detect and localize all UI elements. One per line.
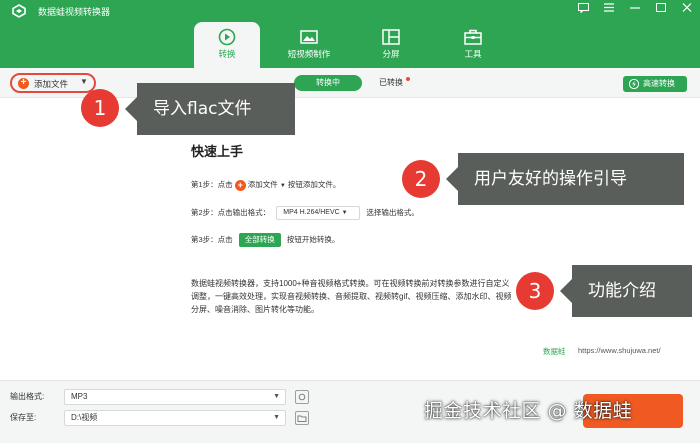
step-2: 第2步：点击输出格式： MP4 H.264/HEVC ▼ 选择输出格式。: [191, 206, 419, 220]
tab-tools[interactable]: 工具: [440, 22, 506, 68]
inline-convert-all-button[interactable]: 全部转换: [238, 233, 281, 247]
notification-dot: [406, 77, 410, 81]
maximize-icon[interactable]: [654, 3, 668, 17]
tab-converted[interactable]: 已转换: [366, 75, 416, 91]
close-icon[interactable]: [680, 3, 694, 17]
app-title: 数据蛙视频转换器: [38, 7, 111, 17]
folder-icon[interactable]: [295, 411, 309, 425]
footer-watermark: 掘金技术社区 @ 数据蛙: [424, 400, 633, 422]
convert-icon: [218, 28, 236, 46]
main-panel: [0, 98, 700, 380]
save-to-label: 保存至:: [10, 413, 37, 422]
callout-2-text: 用户友好的操作引导: [446, 153, 684, 205]
chevron-down-icon: ▼: [273, 414, 280, 421]
add-icon: +: [234, 179, 246, 191]
minimize-icon[interactable]: [628, 3, 642, 17]
chevron-down-icon[interactable]: ▼: [80, 77, 88, 86]
chevron-down-icon: ▼: [341, 210, 348, 216]
callout-1-number: 1: [81, 89, 119, 127]
app-logo-icon: [12, 4, 26, 18]
short-video-icon: [300, 30, 318, 44]
convert-status-switch: 转换中 已转换: [294, 75, 416, 91]
chevron-down-icon: ▼: [273, 393, 280, 400]
output-format-select[interactable]: MP4 H.264/HEVC ▼: [276, 206, 361, 220]
menu-icon[interactable]: [602, 3, 616, 17]
callout-1-text: 导入flac文件: [125, 83, 295, 135]
brand-name: 数据蛙: [543, 347, 566, 356]
tab-split-screen[interactable]: 分屏: [358, 22, 424, 68]
tab-convert[interactable]: 转换: [194, 22, 260, 68]
add-file-button[interactable]: + 添加文件 ▼: [10, 73, 96, 93]
product-description: 数据蛙视频转换器，支持1000+种音视频格式转换。可在视频转换前对转换参数进行自…: [191, 279, 512, 314]
step-3: 第3步：点击 全部转换 按钮开始转换。: [191, 233, 339, 247]
step-1: 第1步：点击 + 添加文件 ▼ 按钮添加文件。: [191, 179, 341, 191]
callout-3-number: 3: [516, 272, 554, 310]
split-screen-icon: [382, 29, 400, 45]
fast-convert-button[interactable]: 高速转换: [623, 76, 687, 92]
callout-2-number: 2: [402, 160, 440, 198]
callout-3-text: 功能介绍: [560, 265, 692, 317]
inline-add-file-button[interactable]: + 添加文件 ▼: [234, 179, 286, 191]
chevron-down-icon: ▼: [279, 183, 286, 190]
message-icon[interactable]: [576, 3, 590, 17]
brand-url: https://www.shujuwa.net/: [578, 346, 661, 355]
save-to-dropdown[interactable]: D:\视频 ▼: [64, 410, 286, 426]
output-format-dropdown[interactable]: MP3 ▼: [64, 389, 286, 405]
quick-start-title: 快速上手: [191, 145, 244, 160]
toolbox-icon: [464, 29, 482, 45]
title-bar: 数据蛙视频转换器 转换 短视频制作 分屏 工具: [0, 0, 700, 68]
add-icon: +: [18, 78, 29, 89]
lightning-icon: [629, 79, 639, 89]
tab-short-video[interactable]: 短视频制作: [276, 22, 342, 68]
output-format-label: 输出格式:: [10, 392, 45, 401]
tab-converting[interactable]: 转换中: [294, 75, 362, 91]
format-settings-icon[interactable]: [295, 390, 309, 404]
